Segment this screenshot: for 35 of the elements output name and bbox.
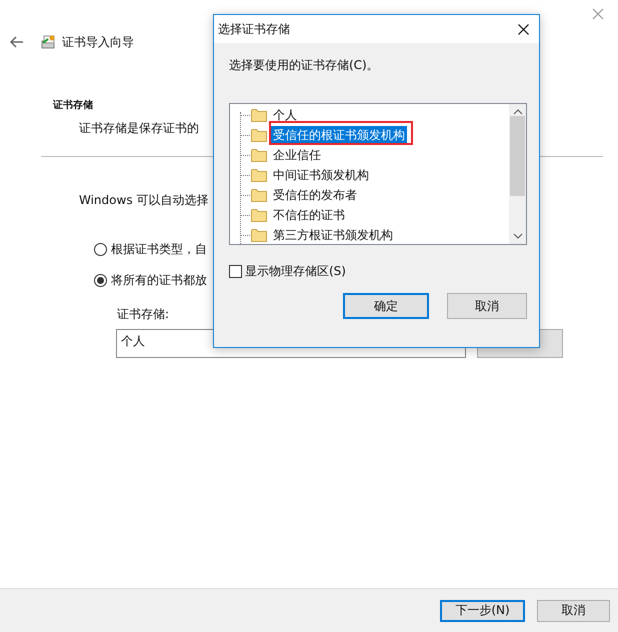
- wizard-title: 证书导入向导: [62, 34, 134, 50]
- radio-button[interactable]: [94, 243, 107, 256]
- folder-icon: [251, 208, 267, 222]
- info-text: Windows 可以自动选择: [79, 192, 208, 209]
- cancel-button[interactable]: 取消: [537, 600, 610, 622]
- dialog-prompt: 选择要使用的证书存储(C)。: [229, 57, 380, 74]
- back-arrow-icon[interactable]: [10, 36, 24, 48]
- folder-icon: [251, 108, 267, 122]
- checkbox-label: 显示物理存储区(S): [245, 263, 346, 280]
- store-item[interactable]: 受信任的发布者: [271, 186, 359, 204]
- store-item[interactable]: 不信任的证书: [271, 206, 347, 224]
- section-description: 证书存储是保存证书的: [79, 120, 199, 137]
- ok-button[interactable]: 确定: [343, 293, 429, 319]
- store-item[interactable]: 受信任的根证书颁发机构: [271, 126, 407, 144]
- scroll-up-icon[interactable]: [512, 108, 522, 116]
- scroll-down-icon[interactable]: [512, 232, 522, 240]
- store-item[interactable]: 中间证书颁发机构: [271, 166, 371, 184]
- folder-icon: [251, 228, 267, 242]
- radio-label: 根据证书类型，自: [111, 241, 207, 258]
- checkbox[interactable]: [229, 265, 242, 278]
- close-icon[interactable]: [518, 24, 529, 34]
- folder-icon: [251, 128, 267, 142]
- radio-label: 将所有的证书都放: [111, 272, 207, 289]
- folder-icon: [251, 148, 267, 162]
- next-button[interactable]: 下一步(N): [440, 600, 525, 622]
- cancel-button[interactable]: 取消: [447, 293, 527, 319]
- folder-icon: [251, 168, 267, 182]
- store-item[interactable]: 企业信任: [271, 146, 323, 164]
- store-item[interactable]: 个人: [271, 106, 299, 124]
- section-heading: 证书存储: [53, 98, 94, 112]
- store-item[interactable]: 第三方根证书颁发机构: [271, 226, 395, 244]
- folder-icon: [251, 188, 267, 202]
- dialog-title: 选择证书存储: [218, 20, 290, 38]
- scrollbar[interactable]: [509, 104, 526, 244]
- radio-button[interactable]: [94, 274, 107, 287]
